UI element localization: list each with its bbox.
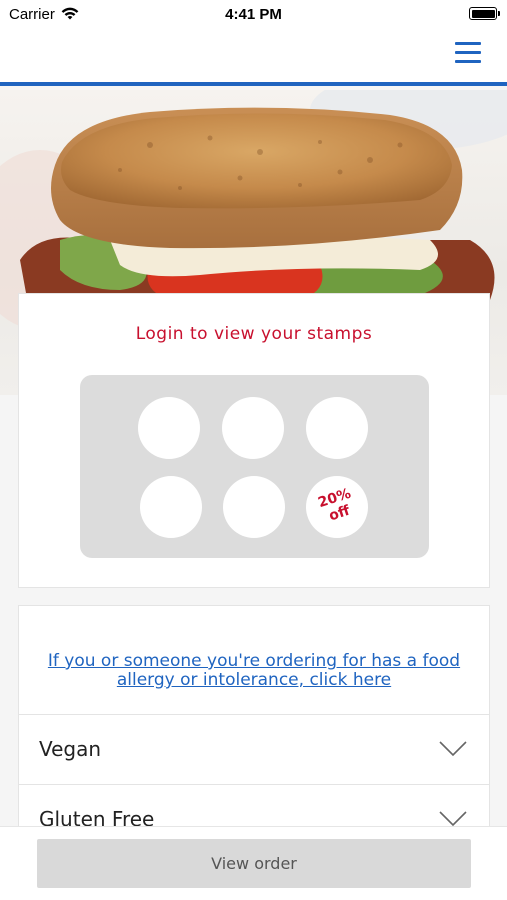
stamp-slot [140, 476, 202, 538]
reward-label: 20% off [303, 481, 372, 531]
login-to-view-stamps-link[interactable]: Login to view your stamps [19, 324, 489, 344]
status-bar: Carrier 4:41 PM [0, 0, 507, 30]
stamp-slot [138, 397, 200, 459]
bottom-bar: View order [0, 826, 507, 900]
battery-icon [469, 7, 500, 20]
stamp-slot [222, 397, 284, 459]
clock: 4:41 PM [225, 6, 282, 23]
app-header [0, 30, 507, 86]
stamp-grid: 20% off [80, 375, 429, 558]
filter-row-vegan[interactable]: Vegan [19, 714, 489, 784]
stamp-slot [223, 476, 285, 538]
view-order-button[interactable]: View order [37, 839, 471, 888]
stamps-card: Login to view your stamps 20% off [18, 293, 490, 588]
allergy-card: If you or someone you're ordering for ha… [18, 605, 490, 835]
chevron-down-icon [439, 811, 467, 827]
chevron-down-icon [439, 741, 467, 757]
allergy-info-link[interactable]: If you or someone you're ordering for ha… [39, 652, 469, 690]
reward-stamp-slot: 20% off [306, 476, 368, 538]
hamburger-menu-icon[interactable] [455, 40, 483, 64]
filter-label: Vegan [39, 737, 102, 761]
stamp-slot [306, 397, 368, 459]
